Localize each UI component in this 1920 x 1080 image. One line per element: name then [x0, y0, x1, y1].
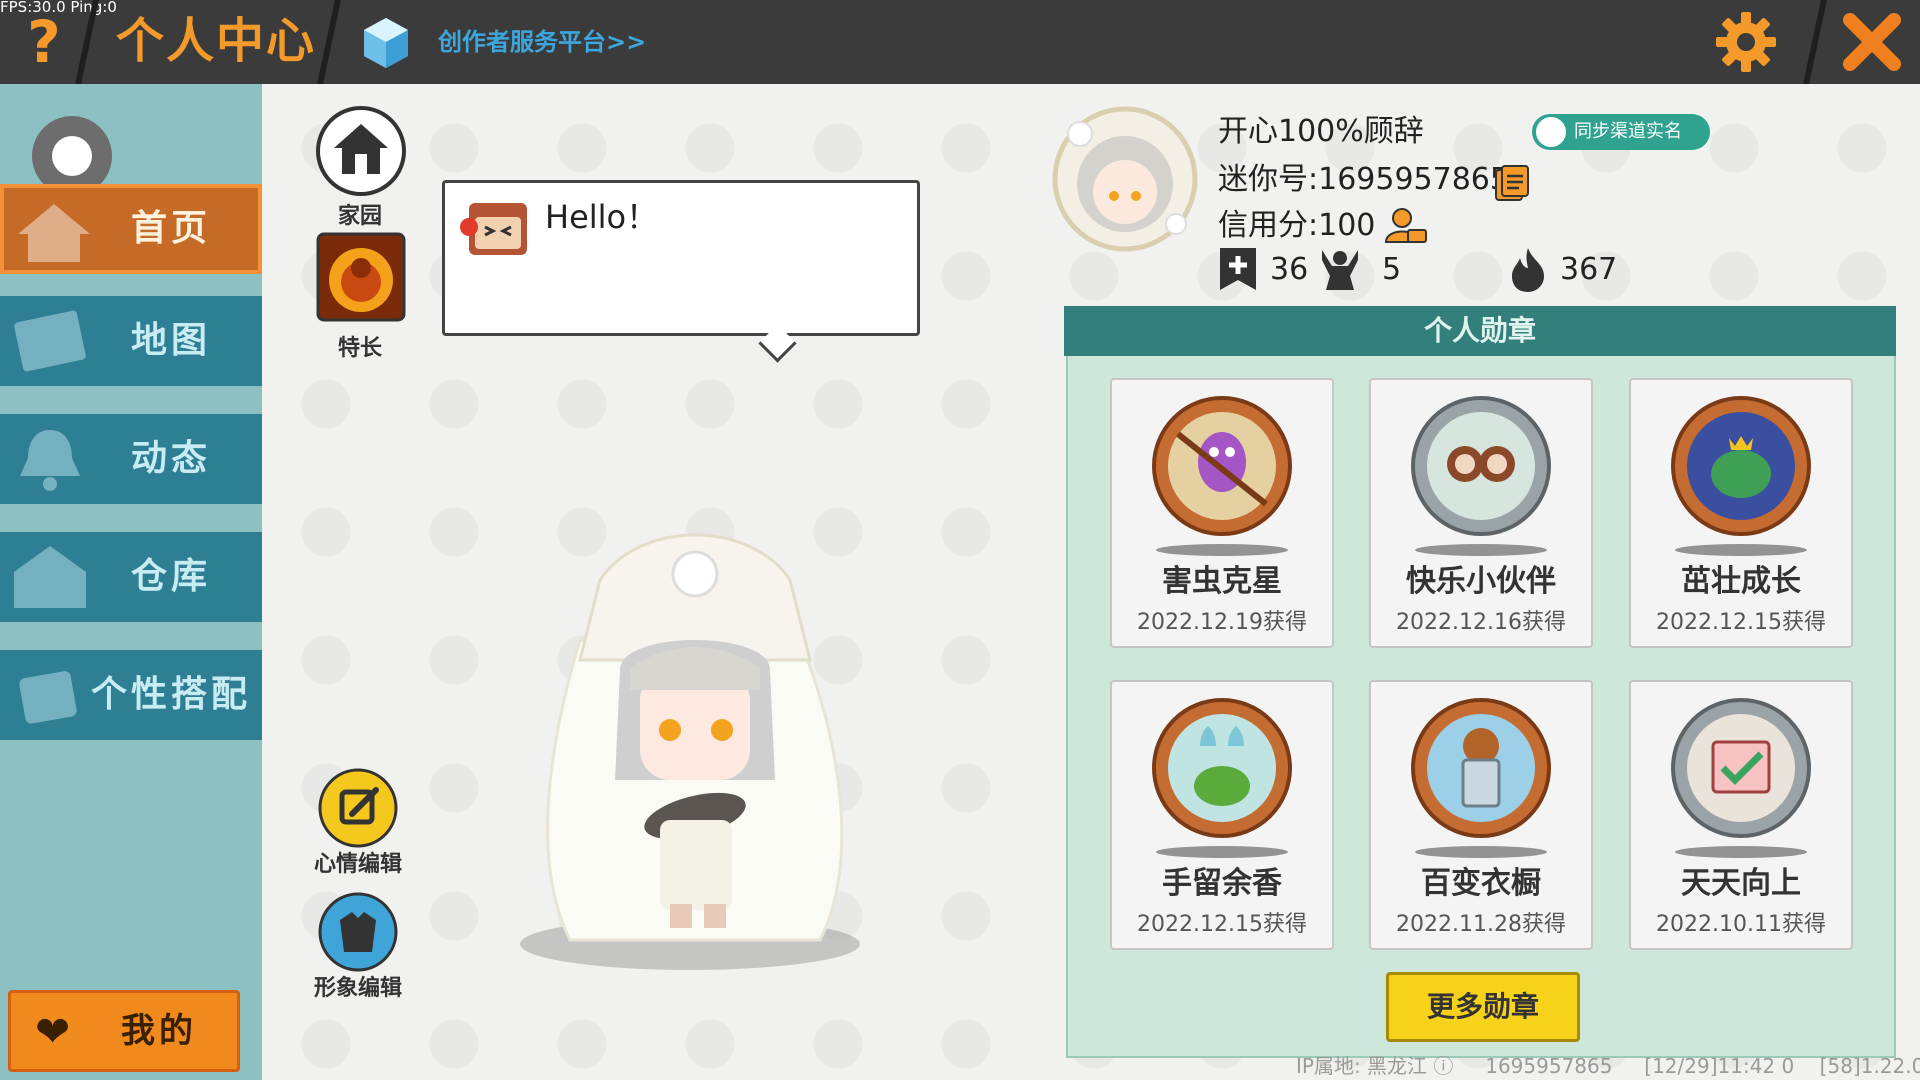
stat-adds: 36	[1270, 252, 1309, 287]
page-title: 个人中心	[116, 13, 317, 69]
bell-icon	[20, 430, 80, 491]
medal-shadow	[1675, 846, 1807, 858]
medal-date: 2022.12.16获得	[1396, 610, 1566, 635]
sidebar-item-label: 仓库	[130, 556, 211, 597]
mood-bubble[interactable]: Hello！	[442, 180, 920, 336]
mine-label: 我的	[121, 1011, 197, 1051]
avatar-edit-label: 形象编辑	[313, 976, 402, 1001]
player-avatar[interactable]	[490, 520, 910, 970]
medal-panel-title: 个人勋章	[1064, 306, 1896, 356]
sidebar-item-map[interactable]: 地图	[0, 296, 262, 386]
medal-date: 2022.12.15获得	[1137, 912, 1307, 937]
cube-icon[interactable]	[362, 16, 410, 70]
sync-real-name-button[interactable]: 同步渠道实名	[1532, 114, 1710, 150]
copy-icon[interactable]	[1494, 164, 1530, 202]
sidebar-item-feed[interactable]: 动态	[0, 414, 262, 504]
sidebar-item-label: 动态	[130, 438, 211, 479]
medal-shadow	[1415, 544, 1547, 556]
sidebar-item-label: 首页	[130, 208, 211, 249]
talent-icon[interactable]	[316, 232, 406, 322]
medal-card[interactable]: 害虫克星 2022.12.19获得	[1110, 378, 1334, 648]
medal-card[interactable]: 茁壮成长 2022.12.15获得	[1629, 378, 1853, 648]
help-button[interactable]: ?	[14, 10, 74, 74]
medal-name: 快乐小伙伴	[1406, 564, 1556, 599]
profile-portrait[interactable]	[1050, 104, 1200, 254]
flame-icon	[1512, 248, 1544, 292]
mine-button[interactable]: ❤ 我的	[8, 990, 240, 1072]
warehouse-icon	[14, 546, 86, 608]
mini-id: 迷你号:1695957865	[1218, 162, 1509, 197]
medal-card[interactable]: 快乐小伙伴 2022.12.16获得	[1369, 378, 1593, 648]
footer-time: [12/29]11:42 0	[1644, 1054, 1795, 1078]
thriving-growth-medal-icon	[1671, 396, 1811, 536]
medal-shadow	[1415, 846, 1547, 858]
sidebar-item-label: 地图	[130, 320, 211, 361]
mood-emoji-icon	[460, 203, 527, 255]
credit-score: 信用分:100	[1218, 208, 1376, 243]
info-icon[interactable]: ⓘ	[1433, 1054, 1453, 1078]
creator-platform-link[interactable]: 创作者服务平台>>	[438, 24, 646, 60]
stat-fans: 5	[1382, 252, 1402, 287]
divider	[317, 0, 341, 84]
talent-label: 特长	[337, 336, 382, 361]
ip-location: IP属地: 黑龙江	[1296, 1054, 1428, 1078]
medal-shadow	[1675, 544, 1807, 556]
medal-name: 百变衣橱	[1421, 866, 1541, 901]
sidebar-item-label: 个性搭配	[90, 674, 251, 715]
medal-name: 害虫克星	[1162, 564, 1282, 599]
add-friend-icon	[1220, 248, 1256, 290]
profile-name: 开心100%顾辞	[1218, 114, 1424, 149]
gear-icon[interactable]	[1714, 10, 1778, 74]
medal-name: 天天向上	[1681, 866, 1801, 901]
edit-mood-icon[interactable]	[318, 768, 398, 848]
status-footer: IP属地: 黑龙江 ⓘ 1695957865 [12/29]11:42 0 [5…	[1296, 1052, 1920, 1080]
wardrobe-medal-icon	[1411, 698, 1551, 838]
divider	[1803, 0, 1827, 84]
outfit-icon	[19, 671, 77, 724]
home-icon	[18, 204, 90, 262]
pest-buster-medal-icon	[1152, 396, 1292, 536]
medal-date: 2022.12.15获得	[1656, 610, 1826, 635]
top-bar: FPS:30.0 Ping:0 ? 个人中心 创作者服务平台>>	[0, 0, 1920, 84]
medal-date: 2022.12.19获得	[1137, 610, 1307, 635]
lingering-fragrance-medal-icon	[1152, 698, 1292, 838]
credit-user-icon[interactable]	[1384, 206, 1428, 246]
more-medals-button[interactable]: 更多勋章	[1386, 972, 1580, 1042]
medal-date: 2022.11.28获得	[1396, 912, 1566, 937]
mood-text: Hello！	[545, 198, 659, 236]
footer-user-id: 1695957865	[1485, 1054, 1613, 1078]
daily-progress-medal-icon	[1671, 698, 1811, 838]
medal-name: 手留余香	[1162, 866, 1282, 901]
medal-card[interactable]: 手留余香 2022.12.15获得	[1110, 680, 1334, 950]
footer-version: [58]1.22.0	[1819, 1054, 1920, 1078]
medal-card[interactable]: 天天向上 2022.10.11获得	[1629, 680, 1853, 950]
stat-heat: 367	[1560, 252, 1618, 287]
medal-date: 2022.10.11获得	[1656, 912, 1826, 937]
medal-shadow	[1156, 544, 1288, 556]
medal-shadow	[1156, 846, 1288, 858]
home-garden-icon[interactable]	[316, 106, 406, 196]
mood-edit-label: 心情编辑	[313, 852, 402, 877]
sidebar-item-warehouse[interactable]: 仓库	[0, 532, 262, 622]
close-icon[interactable]	[1838, 8, 1906, 76]
sidebar-item-home[interactable]: 首页	[0, 184, 262, 274]
happy-buddy-medal-icon	[1411, 396, 1551, 536]
sync-real-name-label: 同步渠道实名	[1574, 121, 1682, 142]
fans-icon	[1322, 250, 1358, 290]
map-icon	[14, 310, 86, 372]
medal-card[interactable]: 百变衣橱 2022.11.28获得	[1369, 680, 1593, 950]
appearance-edit-icon[interactable]	[318, 892, 398, 972]
user-icon	[1536, 117, 1566, 147]
sidebar: 首页 地图 动态 仓库 个性搭配 ❤ 我的	[0, 84, 262, 1080]
home-garden-label: 家园	[337, 204, 382, 229]
heart-icon: ❤	[35, 1007, 71, 1056]
sidebar-item-outfit[interactable]: 个性搭配	[0, 650, 262, 740]
medal-name: 茁壮成长	[1681, 564, 1801, 599]
